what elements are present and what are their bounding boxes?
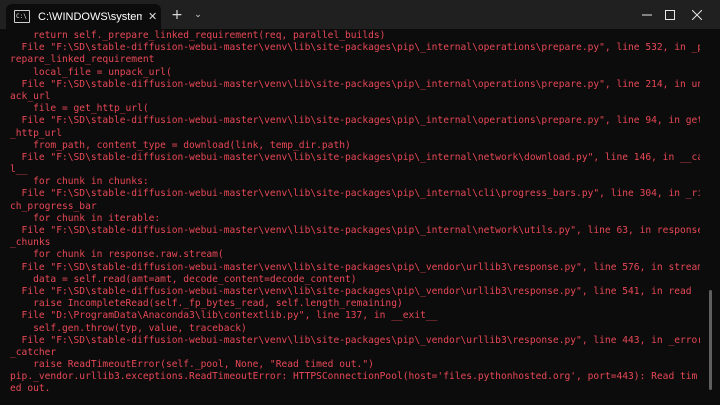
console-line: local_file = unpack_url( [10,66,172,78]
console-line: File "F:\SD\stable-diffusion-webui-maste… [10,285,692,297]
console-line: _chunks [10,237,51,249]
console-line: file = get_http_url( [10,103,149,115]
close-icon [692,9,702,20]
console-line: self.gen.throw(typ, value, traceback) [10,322,247,334]
cmd-icon: C:\ [14,10,30,23]
console-output[interactable]: return self._prepare_linked_requirement(… [10,30,700,405]
terminal-window: C:\ C:\WINDOWS\system32\cmd. ✕ + ⌄ retur… [0,0,720,405]
console-line: repare_linked_requirement [10,54,155,66]
console-line: File "F:\SD\stable-diffusion-webui-maste… [10,115,700,127]
new-tab-button[interactable]: + [168,6,186,24]
console-line: for chunk in iterable: [10,212,161,224]
console-line: File "F:\SD\stable-diffusion-webui-maste… [10,78,700,90]
console-line: l__ [10,164,28,176]
tab-title: C:\WINDOWS\system32\cmd. [38,10,142,23]
console-line: raise ReadTimeoutError(self._pool, None,… [10,359,374,371]
console-line: _http_url [10,127,62,139]
close-window-button[interactable] [674,0,720,29]
tab-cmd[interactable]: C:\ C:\WINDOWS\system32\cmd. ✕ [6,4,161,29]
console-line: File "F:\SD\stable-diffusion-webui-maste… [10,225,700,236]
console-line: _catcher [10,346,57,358]
console-line: File "F:\SD\stable-diffusion-webui-maste… [10,334,700,346]
console-line: return self._prepare_linked_requirement(… [10,30,386,41]
title-bar[interactable]: C:\ C:\WINDOWS\system32\cmd. ✕ + ⌄ [0,0,720,29]
console-line: File "F:\SD\stable-diffusion-webui-maste… [10,42,700,54]
console-line: File "D:\ProgramData\Anaconda3\lib\conte… [10,310,438,322]
console-line: File "F:\SD\stable-diffusion-webui-maste… [10,261,700,273]
console-line: ch_progress_bar [10,200,97,212]
console-line: from_path, content_type = download(link,… [10,139,351,151]
console-line: ed out. [10,383,51,395]
scrollbar-thumb[interactable] [709,290,712,390]
console-line: ack_url [10,90,51,102]
console-line: raise IncompleteRead(self._fp_bytes_read… [10,298,403,310]
console-line: File "F:\SD\stable-diffusion-webui-maste… [10,151,700,163]
console-line: for chunk in chunks: [10,176,149,188]
chevron-down-icon[interactable]: ⌄ [190,6,206,24]
console-line: pip._vendor.urllib3.exceptions.ReadTimeo… [10,371,698,383]
console-line: for chunk in response.raw.stream( [10,249,224,261]
console-line: data = self.read(amt=amt, decode_content… [10,273,357,285]
close-tab-icon[interactable]: ✕ [148,10,157,23]
console-line: File "F:\SD\stable-diffusion-webui-maste… [10,188,700,200]
